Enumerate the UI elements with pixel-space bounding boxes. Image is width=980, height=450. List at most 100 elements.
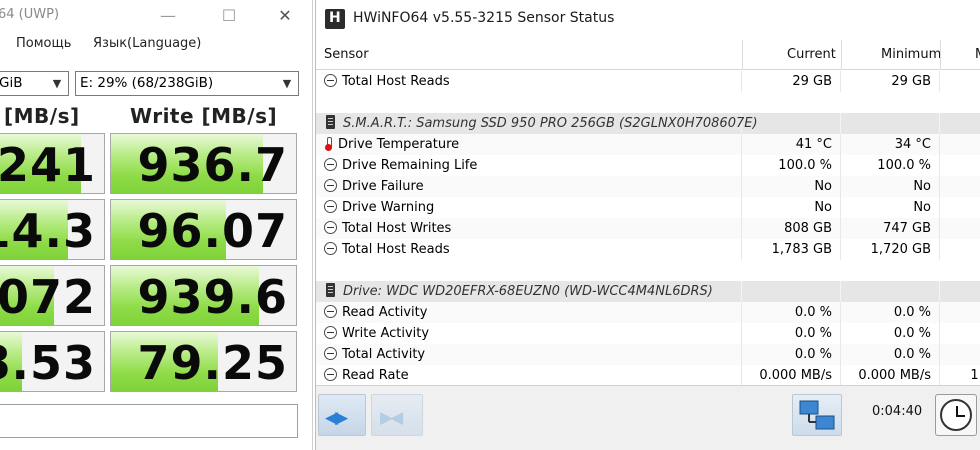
read-column-header: [MB/s] (4, 104, 80, 128)
sensor-name: Drive Failure (342, 179, 424, 194)
sensor-row[interactable]: Total Host Reads 29 GB 29 GB (316, 71, 980, 92)
collapse-arrows-button[interactable]: ▶◀ (371, 394, 423, 436)
sensor-group-header[interactable]: Drive: WDC WD20EFRX-68EUZN0 (WD-WCC4M4NL… (316, 281, 980, 302)
close-icon[interactable]: ✕ (272, 4, 298, 28)
hwinfo-window-title: HWiNFO64 v5.55-3215 Sensor Status (353, 10, 615, 26)
sensor-name: Total Host Reads (342, 74, 450, 89)
sensor-table-body: Total Host Reads 29 GB 29 GB S.M.A.R.T.: Sa… (316, 71, 980, 386)
network-computers-icon (799, 400, 835, 430)
column-divider[interactable] (841, 40, 842, 70)
sensor-name: Drive Warning (342, 200, 435, 215)
cdm-window-title: 64 (UWP) (0, 7, 60, 22)
sensor-maximum-value (940, 218, 980, 239)
column-divider[interactable] (940, 40, 941, 70)
sensor-group-header[interactable]: S.M.A.R.T.: Samsung SSD 950 PRO 256GB (S… (316, 113, 980, 134)
sensor-current-value: 0.0 % (742, 323, 841, 344)
sensor-minimum-value: No (841, 176, 940, 197)
sensor-minimum-value: 1,720 GB (841, 239, 940, 260)
column-header-current[interactable]: Current (787, 40, 836, 70)
minus-circle-icon (324, 200, 337, 213)
read-speed-value: 241 (0, 138, 96, 192)
drive-icon (326, 283, 335, 297)
minus-circle-icon (324, 221, 337, 234)
minus-circle-icon (324, 368, 337, 381)
minus-circle-icon (324, 326, 337, 339)
unit-select[interactable]: GiB ▼ (0, 71, 69, 96)
sensor-row[interactable]: Drive Remaining Life100.0 %100.0 %1 (316, 155, 980, 176)
sensor-maximum-value (940, 302, 980, 323)
sensor-maximum-value (940, 134, 980, 155)
sensor-name: Read Rate (342, 368, 409, 383)
read-result-cell: 8.53 (0, 331, 105, 392)
sensor-name: Write Activity (342, 326, 430, 341)
minus-circle-icon (324, 305, 337, 318)
sensor-current-value: 808 GB (742, 218, 841, 239)
sensor-name: Total Activity (342, 347, 426, 362)
sensor-row[interactable]: Write Activity 0.0 % 0.0 % (316, 323, 980, 344)
sensor-row[interactable]: Total Host Writes 808 GB 747 GB (316, 218, 980, 239)
sensor-row[interactable]: Total Host Reads 1,783 GB1,720 GB1 (316, 239, 980, 260)
sensor-row[interactable]: Drive Failure No No (316, 176, 980, 197)
hwinfo-bottom-toolbar: ◀▶ ▶◀ 0:04:40 (316, 385, 980, 450)
minimize-icon[interactable]: — (155, 4, 181, 28)
network-monitor-button[interactable] (792, 394, 842, 436)
thermometer-icon (324, 137, 333, 151)
column-header-maximum[interactable]: M (975, 40, 980, 70)
spacer-row (316, 92, 980, 113)
sensor-row[interactable]: Drive Temperature 41 °C 34 °C (316, 134, 980, 155)
sensor-current-value: 29 GB (742, 71, 841, 92)
drive-select-value: E: 29% (68/238GiB) (80, 75, 214, 91)
write-column-header: Write [MB/s] (130, 104, 278, 128)
sensor-row[interactable]: Read Rate0.000 MB/s0.000 MB/s1.7 (316, 365, 980, 386)
minus-circle-icon (324, 242, 337, 255)
sensor-minimum-value: 34 °C (841, 134, 940, 155)
sensor-maximum-value (940, 323, 980, 344)
read-result-cell: 14.3 (0, 199, 105, 260)
sensor-minimum-value: 747 GB (841, 218, 940, 239)
navigate-arrows-button[interactable]: ◀▶ (318, 394, 366, 436)
sensor-row[interactable]: Read Activity 0.0 % 0.0 % (316, 302, 980, 323)
minus-circle-icon (324, 179, 337, 192)
write-speed-value: 96.07 (137, 204, 288, 258)
hwinfo-titlebar[interactable]: H HWiNFO64 v5.55-3215 Sensor Status (316, 0, 980, 38)
sensor-maximum-value: 1 (940, 239, 980, 260)
minus-circle-icon (324, 158, 337, 171)
sensor-current-value: No (742, 197, 841, 218)
clock-icon (940, 399, 972, 431)
clock-reset-button[interactable] (935, 394, 977, 436)
sensor-maximum-value: 1.7 (940, 365, 980, 386)
drive-select[interactable]: E: 29% (68/238GiB) ▼ (75, 71, 299, 96)
sensor-current-value: 100.0 % (742, 155, 841, 176)
sensor-name: Read Activity (342, 305, 428, 320)
read-result-cell: 072 (0, 265, 105, 326)
chevron-down-icon: ▼ (52, 77, 62, 90)
write-result-cell: 79.25 (110, 331, 297, 392)
sensor-row[interactable]: Total Activity 0.0 % 0.0 % (316, 344, 980, 365)
sensor-minimum-value: 100.0 % (841, 155, 940, 176)
maximize-icon[interactable]: ☐ (216, 4, 242, 28)
column-header-sensor[interactable]: Sensor (324, 40, 369, 70)
drive-icon (326, 115, 335, 129)
sensor-maximum-value (940, 176, 980, 197)
sensor-row[interactable]: Drive Warning No No (316, 197, 980, 218)
minus-circle-icon (324, 74, 337, 87)
sensor-maximum-value (940, 197, 980, 218)
left-right-arrows-icon: ◀▶ (325, 408, 348, 428)
sensor-current-value: 0.000 MB/s (742, 365, 841, 386)
sensor-minimum-value: 29 GB (841, 71, 940, 92)
sensor-current-value: No (742, 176, 841, 197)
column-header-minimum[interactable]: Minimum (881, 40, 941, 70)
menu-language[interactable]: Язык(Language) (93, 36, 201, 51)
sensor-name: Total Host Reads (342, 242, 450, 257)
spacer-row (316, 260, 980, 281)
write-speed-value: 936.7 (137, 138, 288, 192)
group-label: S.M.A.R.T.: Samsung SSD 950 PRO 256GB (S… (343, 116, 758, 131)
sensor-table-header: Sensor Current Minimum M (316, 40, 980, 70)
column-divider[interactable] (742, 40, 743, 70)
cdm-titlebar[interactable]: 64 (UWP) — ☐ ✕ (0, 0, 312, 32)
menu-help[interactable]: Помощь (16, 36, 71, 51)
read-speed-value: 072 (0, 270, 96, 324)
sensor-current-value: 41 °C (742, 134, 841, 155)
sensor-name: Drive Temperature (338, 137, 460, 152)
cdm-comment-box[interactable] (0, 404, 298, 438)
